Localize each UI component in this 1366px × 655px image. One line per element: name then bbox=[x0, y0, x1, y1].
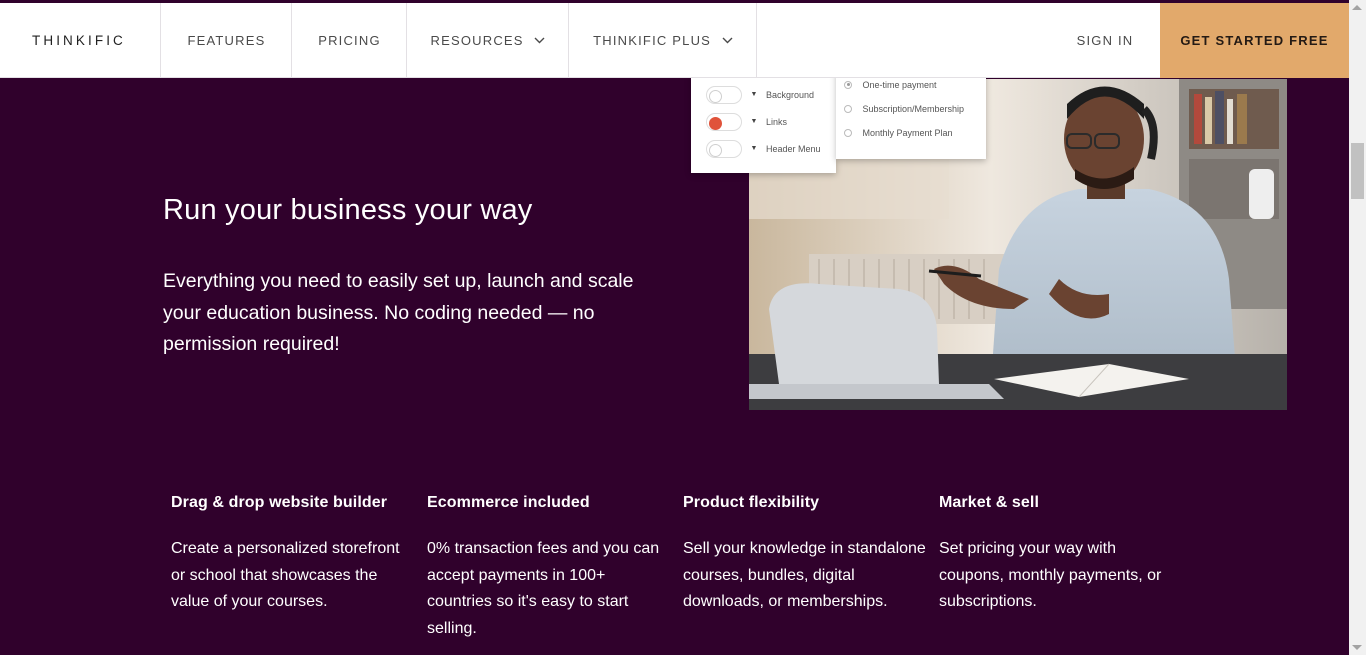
scroll-up-arrow-icon[interactable] bbox=[1352, 5, 1362, 10]
top-nav: THINKIFIC FEATURES PRICING RESOURCES THI… bbox=[0, 3, 1349, 78]
payment-option-label: One-time payment bbox=[862, 79, 937, 90]
swatch-background bbox=[709, 89, 722, 103]
color-picker[interactable] bbox=[706, 112, 742, 131]
scroll-down-arrow-icon[interactable] bbox=[1352, 645, 1362, 650]
payment-option-label: Subscription/Membership bbox=[862, 103, 965, 114]
hero-title: Run your business your way bbox=[163, 194, 533, 226]
color-settings-card: ▼ Background ▼ Links ▼ Header Menu bbox=[691, 70, 836, 173]
caret-down-icon: ▼ bbox=[750, 90, 758, 98]
color-label: Background bbox=[765, 89, 815, 100]
hero-description: Everything you need to easily set up, la… bbox=[163, 270, 634, 355]
nav-thinkific-plus[interactable]: THINKIFIC PLUS bbox=[568, 3, 757, 78]
sign-in-link[interactable]: SIGN IN bbox=[1066, 3, 1144, 78]
color-label: Header Menu bbox=[765, 143, 821, 154]
vertical-scrollbar[interactable] bbox=[1349, 0, 1366, 655]
payment-option-label: Monthly Payment Plan bbox=[862, 127, 953, 138]
feature-text: Set pricing your way with coupons, month… bbox=[939, 540, 1162, 610]
color-row-background[interactable]: ▼ Background bbox=[706, 85, 815, 104]
feature-website-builder: Drag & drop website builder Create a per… bbox=[171, 494, 416, 616]
radio-button[interactable] bbox=[844, 80, 852, 89]
page: THINKIFIC FEATURES PRICING RESOURCES THI… bbox=[0, 0, 1349, 655]
thinkific-logo[interactable]: THINKIFIC bbox=[32, 3, 126, 78]
radio-button[interactable] bbox=[844, 128, 852, 137]
swatch-header-menu bbox=[709, 143, 722, 157]
feature-title: Product flexibility bbox=[683, 494, 820, 511]
feature-product-flexibility: Product flexibility Sell your knowledge … bbox=[683, 494, 928, 616]
nav-resources-label: RESOURCES bbox=[430, 33, 524, 48]
nav-pricing-label: PRICING bbox=[318, 33, 381, 48]
chevron-down-icon bbox=[534, 2, 545, 78]
feature-text: 0% transaction fees and you can accept p… bbox=[427, 540, 660, 637]
color-label: Links bbox=[765, 116, 787, 127]
swatch-links bbox=[709, 116, 722, 130]
chevron-down-icon bbox=[722, 2, 733, 78]
payment-option[interactable]: Monthly Payment Plan bbox=[844, 125, 953, 139]
feature-title: Ecommerce included bbox=[427, 494, 590, 511]
scrollbar-thumb[interactable] bbox=[1351, 143, 1364, 199]
color-row-header-menu[interactable]: ▼ Header Menu bbox=[706, 139, 821, 158]
feature-title: Drag & drop website builder bbox=[171, 494, 388, 511]
caret-down-icon: ▼ bbox=[750, 144, 758, 152]
radio-button[interactable] bbox=[844, 104, 852, 113]
payment-option[interactable]: Subscription/Membership bbox=[844, 101, 964, 115]
caret-down-icon: ▼ bbox=[750, 117, 758, 125]
nav-resources[interactable]: RESOURCES bbox=[406, 3, 569, 78]
nav-features[interactable]: FEATURES bbox=[160, 3, 292, 78]
nav-pricing[interactable]: PRICING bbox=[291, 3, 407, 78]
payment-options-card: One-time payment Subscription/Membership… bbox=[836, 70, 986, 159]
nav-divider bbox=[756, 3, 757, 78]
color-row-links[interactable]: ▼ Links bbox=[706, 112, 787, 131]
feature-text: Sell your knowledge in standalone course… bbox=[683, 540, 926, 610]
nav-features-label: FEATURES bbox=[187, 33, 266, 48]
color-picker[interactable] bbox=[706, 85, 742, 104]
feature-text: Create a personalized storefront or scho… bbox=[171, 540, 400, 610]
get-started-free-button[interactable]: GET STARTED FREE bbox=[1160, 3, 1349, 78]
nav-thinkific-plus-label: THINKIFIC PLUS bbox=[593, 33, 712, 48]
color-picker[interactable] bbox=[706, 139, 742, 158]
feature-ecommerce: Ecommerce included 0% transaction fees a… bbox=[427, 494, 672, 642]
feature-market-sell: Market & sell Set pricing your way with … bbox=[939, 494, 1184, 616]
payment-option[interactable]: One-time payment bbox=[844, 77, 937, 91]
feature-title: Market & sell bbox=[939, 494, 1040, 511]
